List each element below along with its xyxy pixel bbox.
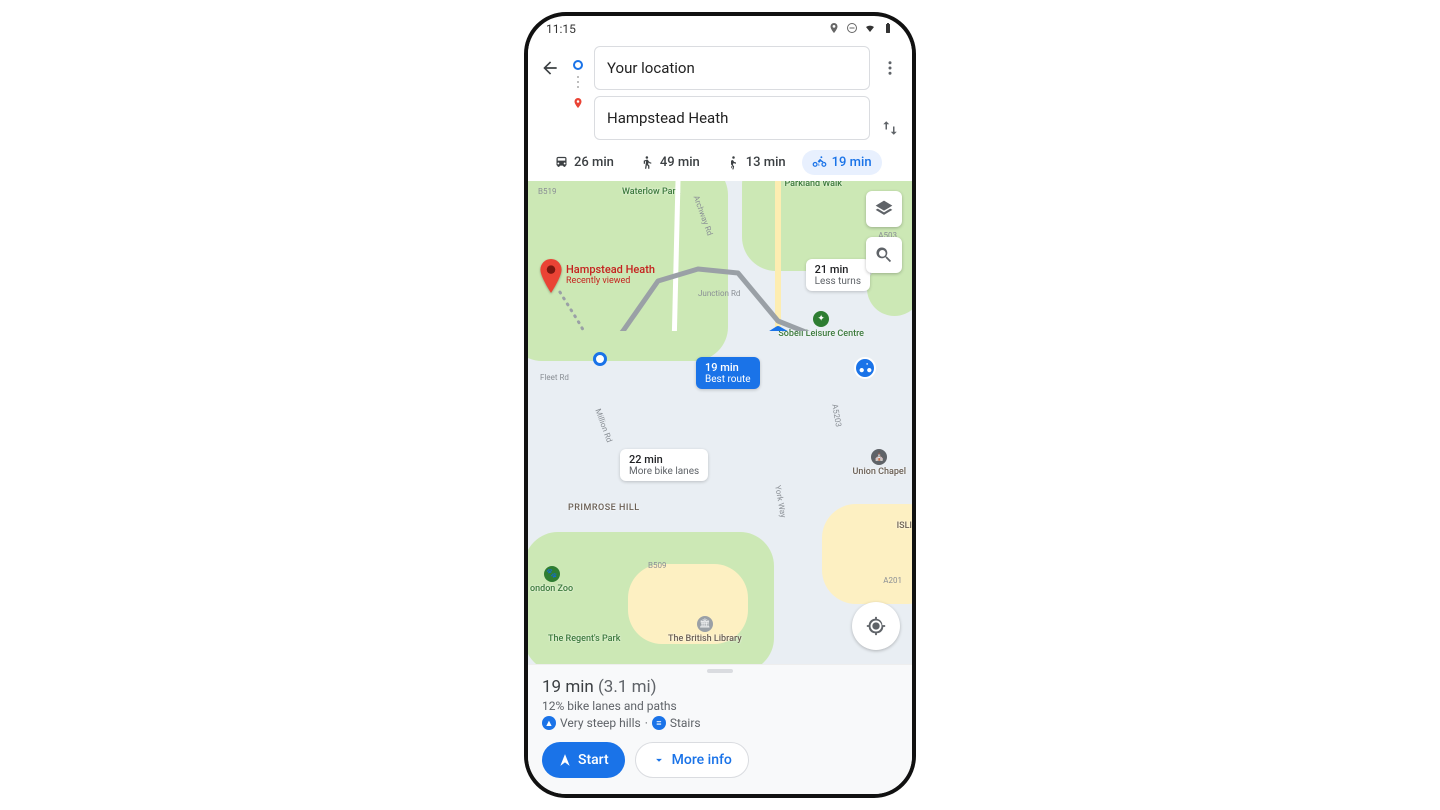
zoo-icon: 🐾	[544, 566, 560, 582]
phone-frame: 11:15 Your location Hampstead Heath	[524, 12, 916, 798]
mode-rideshare[interactable]: 13 min	[716, 150, 796, 175]
route-endpoints-icon	[570, 46, 586, 113]
origin-input[interactable]: Your location	[594, 46, 870, 90]
map-canvas[interactable]: Hampstead Heath Recently viewed 21 min L…	[528, 181, 912, 664]
park-icon: ✦	[813, 311, 829, 327]
status-bar: 11:15	[528, 16, 912, 42]
poi-sobell[interactable]: ✦ Sobell Leisure Centre	[778, 311, 864, 339]
route-alt2-tooltip[interactable]: 22 min More bike lanes	[620, 449, 708, 481]
route-warnings: ▲ Very steep hills · ≡ Stairs	[542, 716, 898, 730]
poi-union-chapel[interactable]: ⛪ Union Chapel	[853, 449, 906, 477]
road-junction: Junction Rd	[698, 289, 740, 298]
overflow-menu[interactable]	[880, 58, 900, 78]
sheet-handle[interactable]	[707, 669, 733, 673]
layers-button[interactable]	[866, 191, 902, 227]
mode-bike[interactable]: 19 min	[802, 150, 882, 175]
museum-icon: 🏛	[697, 616, 713, 632]
route-alt1-tooltip[interactable]: 21 min Less turns	[806, 259, 870, 291]
route-time-distance: 19 min (3.1 mi)	[542, 677, 898, 697]
directions-header: Your location Hampstead Heath 26 min 49 …	[528, 42, 912, 181]
poi-zoo[interactable]: 🐾 ondon Zoo	[530, 566, 573, 594]
battery-icon	[882, 22, 894, 37]
recenter-button[interactable]	[852, 602, 900, 650]
route-start-marker	[593, 352, 607, 366]
destination-label: Hampstead Heath Recently viewed	[566, 263, 655, 286]
mode-bike-label: 19 min	[832, 155, 872, 170]
wifi-icon	[864, 22, 876, 37]
mode-transit[interactable]: 26 min	[544, 150, 624, 175]
mode-walk-label: 49 min	[660, 155, 700, 170]
road-a201: A201	[883, 576, 902, 585]
road-b519: B519	[538, 187, 556, 196]
hills-icon: ▲	[542, 716, 556, 730]
travel-mode-tabs: 26 min 49 min 13 min 19 min	[538, 140, 902, 181]
bike-lane-pct: 12% bike lanes and paths	[542, 699, 898, 713]
route-best-tooltip[interactable]: 19 min Best route	[696, 357, 760, 389]
mode-walk[interactable]: 49 min	[630, 150, 710, 175]
mode-transit-label: 26 min	[574, 155, 614, 170]
poi-parkland: Parkland Walk	[784, 181, 842, 189]
poi-islington: ISLI	[897, 521, 912, 531]
stairs-icon: ≡	[652, 716, 666, 730]
swap-endpoints[interactable]	[880, 118, 900, 138]
place-icon: ⛪	[871, 449, 887, 465]
poi-primrose: PRIMROSE HILL	[568, 503, 640, 513]
destination-input[interactable]: Hampstead Heath	[594, 96, 870, 140]
start-button[interactable]: Start	[542, 742, 625, 778]
search-area-button[interactable]	[866, 237, 902, 273]
road-b509: B509	[648, 561, 666, 570]
poi-british-library[interactable]: 🏛 The British Library	[668, 616, 742, 644]
destination-pin[interactable]	[538, 259, 564, 299]
poi-regents: The Regent's Park	[548, 634, 620, 644]
location-icon	[828, 22, 840, 37]
dnd-icon	[846, 22, 858, 37]
route-summary-sheet[interactable]: 19 min (3.1 mi) 12% bike lanes and paths…	[528, 664, 912, 794]
poi-waterlow: Waterlow Park	[622, 187, 680, 197]
back-button[interactable]	[538, 56, 562, 80]
road-fleet: Fleet Rd	[540, 373, 569, 382]
route-end-marker	[854, 357, 876, 379]
status-time: 11:15	[546, 22, 576, 36]
mode-ride-label: 13 min	[746, 155, 786, 170]
more-info-button[interactable]: More info	[635, 742, 749, 778]
